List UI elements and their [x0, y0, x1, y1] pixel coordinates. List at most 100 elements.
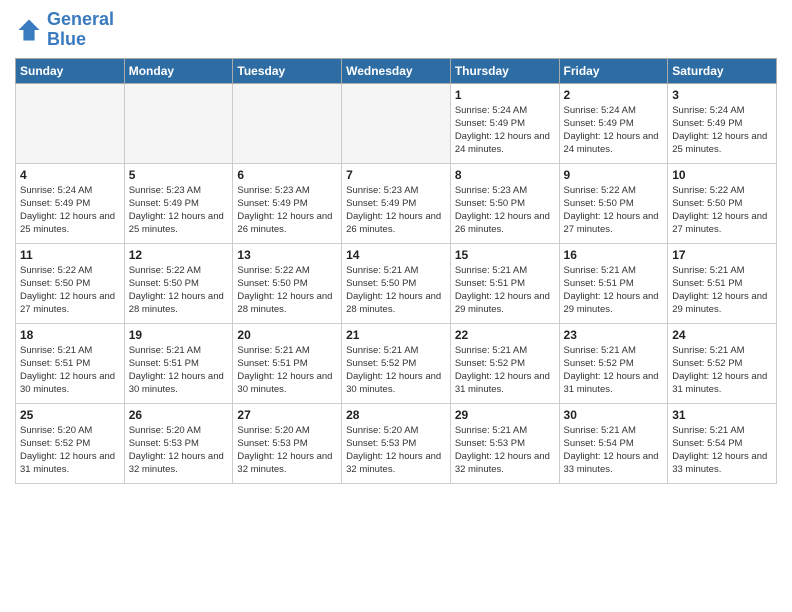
- day-info: Sunrise: 5:24 AMSunset: 5:49 PMDaylight:…: [672, 104, 772, 157]
- day-info: Sunrise: 5:20 AMSunset: 5:52 PMDaylight:…: [20, 424, 120, 477]
- day-number: 28: [346, 408, 446, 422]
- day-number: 3: [672, 88, 772, 102]
- day-info: Sunrise: 5:21 AMSunset: 5:52 PMDaylight:…: [346, 344, 446, 397]
- calendar-cell: 31 Sunrise: 5:21 AMSunset: 5:54 PMDayligh…: [668, 403, 777, 483]
- day-info: Sunrise: 5:22 AMSunset: 5:50 PMDaylight:…: [129, 264, 229, 317]
- calendar-week-5: 25 Sunrise: 5:20 AMSunset: 5:52 PMDayligh…: [16, 403, 777, 483]
- calendar-cell: 6Sunrise: 5:23 AMSunset: 5:49 PMDaylight…: [233, 163, 342, 243]
- weekday-header-saturday: Saturday: [668, 58, 777, 83]
- day-info: Sunrise: 5:24 AMSunset: 5:49 PMDaylight:…: [564, 104, 664, 157]
- calendar-table: SundayMondayTuesdayWednesdayThursdayFrid…: [15, 58, 777, 484]
- day-info: Sunrise: 5:22 AMSunset: 5:50 PMDaylight:…: [237, 264, 337, 317]
- calendar-week-2: 4Sunrise: 5:24 AMSunset: 5:49 PMDaylight…: [16, 163, 777, 243]
- day-info: Sunrise: 5:20 AMSunset: 5:53 PMDaylight:…: [237, 424, 337, 477]
- day-info: Sunrise: 5:22 AMSunset: 5:50 PMDaylight:…: [564, 184, 664, 237]
- calendar-cell: [233, 83, 342, 163]
- calendar-cell: 29Sunrise: 5:21 AMSunset: 5:53 PMDayligh…: [450, 403, 559, 483]
- day-info: Sunrise: 5:23 AMSunset: 5:49 PMDaylight:…: [346, 184, 446, 237]
- logo-icon: [15, 16, 43, 44]
- day-info: Sunrise: 5:21 AMSunset: 5:54 PMDaylight:…: [564, 424, 664, 477]
- calendar-cell: 17 Sunrise: 5:21 AMSunset: 5:51 PMDayligh…: [668, 243, 777, 323]
- day-info: Sunrise: 5:22 AMSunset: 5:50 PMDaylight:…: [672, 184, 772, 237]
- logo-text: General Blue: [47, 10, 114, 50]
- weekday-header-row: SundayMondayTuesdayWednesdayThursdayFrid…: [16, 58, 777, 83]
- day-number: 7: [346, 168, 446, 182]
- calendar-cell: 5Sunrise: 5:23 AMSunset: 5:49 PMDaylight…: [124, 163, 233, 243]
- calendar-cell: 15 Sunrise: 5:21 AMSunset: 5:51 PMDayligh…: [450, 243, 559, 323]
- calendar-cell: 9 Sunrise: 5:22 AMSunset: 5:50 PMDaylight…: [559, 163, 668, 243]
- day-number: 14: [346, 248, 446, 262]
- day-number: 11: [20, 248, 120, 262]
- calendar-cell: [342, 83, 451, 163]
- calendar-week-1: 1Sunrise: 5:24 AMSunset: 5:49 PMDaylight…: [16, 83, 777, 163]
- calendar-cell: 22 Sunrise: 5:21 AMSunset: 5:52 PMDayligh…: [450, 323, 559, 403]
- day-number: 21: [346, 328, 446, 342]
- day-number: 2: [564, 88, 664, 102]
- weekday-header-tuesday: Tuesday: [233, 58, 342, 83]
- day-number: 31: [672, 408, 772, 422]
- day-number: 9: [564, 168, 664, 182]
- calendar-cell: 18Sunrise: 5:21 AMSunset: 5:51 PMDayligh…: [16, 323, 125, 403]
- calendar-cell: [124, 83, 233, 163]
- calendar-cell: 12 Sunrise: 5:22 AMSunset: 5:50 PMDayligh…: [124, 243, 233, 323]
- day-info: Sunrise: 5:20 AMSunset: 5:53 PMDaylight:…: [129, 424, 229, 477]
- calendar-cell: 7 Sunrise: 5:23 AMSunset: 5:49 PMDaylight…: [342, 163, 451, 243]
- calendar-cell: 30 Sunrise: 5:21 AMSunset: 5:54 PMDayligh…: [559, 403, 668, 483]
- calendar-cell: 16 Sunrise: 5:21 AMSunset: 5:51 PMDayligh…: [559, 243, 668, 323]
- weekday-header-sunday: Sunday: [16, 58, 125, 83]
- day-number: 30: [564, 408, 664, 422]
- day-info: Sunrise: 5:21 AMSunset: 5:54 PMDaylight:…: [672, 424, 772, 477]
- day-number: 12: [129, 248, 229, 262]
- logo: General Blue: [15, 10, 114, 50]
- day-info: Sunrise: 5:23 AMSunset: 5:49 PMDaylight:…: [129, 184, 229, 237]
- day-info: Sunrise: 5:21 AMSunset: 5:52 PMDaylight:…: [564, 344, 664, 397]
- calendar-cell: 11 Sunrise: 5:22 AMSunset: 5:50 PMDayligh…: [16, 243, 125, 323]
- day-number: 10: [672, 168, 772, 182]
- day-number: 16: [564, 248, 664, 262]
- calendar-cell: 4Sunrise: 5:24 AMSunset: 5:49 PMDaylight…: [16, 163, 125, 243]
- calendar-cell: 13 Sunrise: 5:22 AMSunset: 5:50 PMDayligh…: [233, 243, 342, 323]
- day-info: Sunrise: 5:22 AMSunset: 5:50 PMDaylight:…: [20, 264, 120, 317]
- day-info: Sunrise: 5:21 AMSunset: 5:51 PMDaylight:…: [455, 264, 555, 317]
- calendar-cell: 1Sunrise: 5:24 AMSunset: 5:49 PMDaylight…: [450, 83, 559, 163]
- weekday-header-thursday: Thursday: [450, 58, 559, 83]
- weekday-header-friday: Friday: [559, 58, 668, 83]
- calendar-cell: 23Sunrise: 5:21 AMSunset: 5:52 PMDayligh…: [559, 323, 668, 403]
- day-number: 22: [455, 328, 555, 342]
- day-number: 13: [237, 248, 337, 262]
- day-info: Sunrise: 5:21 AMSunset: 5:51 PMDaylight:…: [20, 344, 120, 397]
- calendar-cell: 24 Sunrise: 5:21 AMSunset: 5:52 PMDayligh…: [668, 323, 777, 403]
- calendar-cell: 27Sunrise: 5:20 AMSunset: 5:53 PMDayligh…: [233, 403, 342, 483]
- day-number: 24: [672, 328, 772, 342]
- day-number: 4: [20, 168, 120, 182]
- day-number: 26: [129, 408, 229, 422]
- calendar-cell: 14Sunrise: 5:21 AMSunset: 5:50 PMDayligh…: [342, 243, 451, 323]
- day-number: 25: [20, 408, 120, 422]
- calendar-cell: 25 Sunrise: 5:20 AMSunset: 5:52 PMDayligh…: [16, 403, 125, 483]
- calendar-cell: [16, 83, 125, 163]
- calendar-week-3: 11 Sunrise: 5:22 AMSunset: 5:50 PMDayligh…: [16, 243, 777, 323]
- day-info: Sunrise: 5:21 AMSunset: 5:51 PMDaylight:…: [129, 344, 229, 397]
- calendar-cell: 8Sunrise: 5:23 AMSunset: 5:50 PMDaylight…: [450, 163, 559, 243]
- day-info: Sunrise: 5:21 AMSunset: 5:51 PMDaylight:…: [672, 264, 772, 317]
- day-info: Sunrise: 5:21 AMSunset: 5:51 PMDaylight:…: [564, 264, 664, 317]
- weekday-header-wednesday: Wednesday: [342, 58, 451, 83]
- day-number: 8: [455, 168, 555, 182]
- calendar-cell: 10 Sunrise: 5:22 AMSunset: 5:50 PMDayligh…: [668, 163, 777, 243]
- day-number: 17: [672, 248, 772, 262]
- calendar-cell: 2 Sunrise: 5:24 AMSunset: 5:49 PMDaylight…: [559, 83, 668, 163]
- day-number: 19: [129, 328, 229, 342]
- day-info: Sunrise: 5:21 AMSunset: 5:52 PMDaylight:…: [672, 344, 772, 397]
- page-header: General Blue: [15, 10, 777, 50]
- day-info: Sunrise: 5:20 AMSunset: 5:53 PMDaylight:…: [346, 424, 446, 477]
- calendar-cell: 3 Sunrise: 5:24 AMSunset: 5:49 PMDaylight…: [668, 83, 777, 163]
- day-info: Sunrise: 5:21 AMSunset: 5:53 PMDaylight:…: [455, 424, 555, 477]
- day-info: Sunrise: 5:24 AMSunset: 5:49 PMDaylight:…: [455, 104, 555, 157]
- calendar-week-4: 18Sunrise: 5:21 AMSunset: 5:51 PMDayligh…: [16, 323, 777, 403]
- day-number: 15: [455, 248, 555, 262]
- day-info: Sunrise: 5:21 AMSunset: 5:52 PMDaylight:…: [455, 344, 555, 397]
- weekday-header-monday: Monday: [124, 58, 233, 83]
- calendar-cell: 21 Sunrise: 5:21 AMSunset: 5:52 PMDayligh…: [342, 323, 451, 403]
- day-info: Sunrise: 5:21 AMSunset: 5:51 PMDaylight:…: [237, 344, 337, 397]
- day-info: Sunrise: 5:23 AMSunset: 5:49 PMDaylight:…: [237, 184, 337, 237]
